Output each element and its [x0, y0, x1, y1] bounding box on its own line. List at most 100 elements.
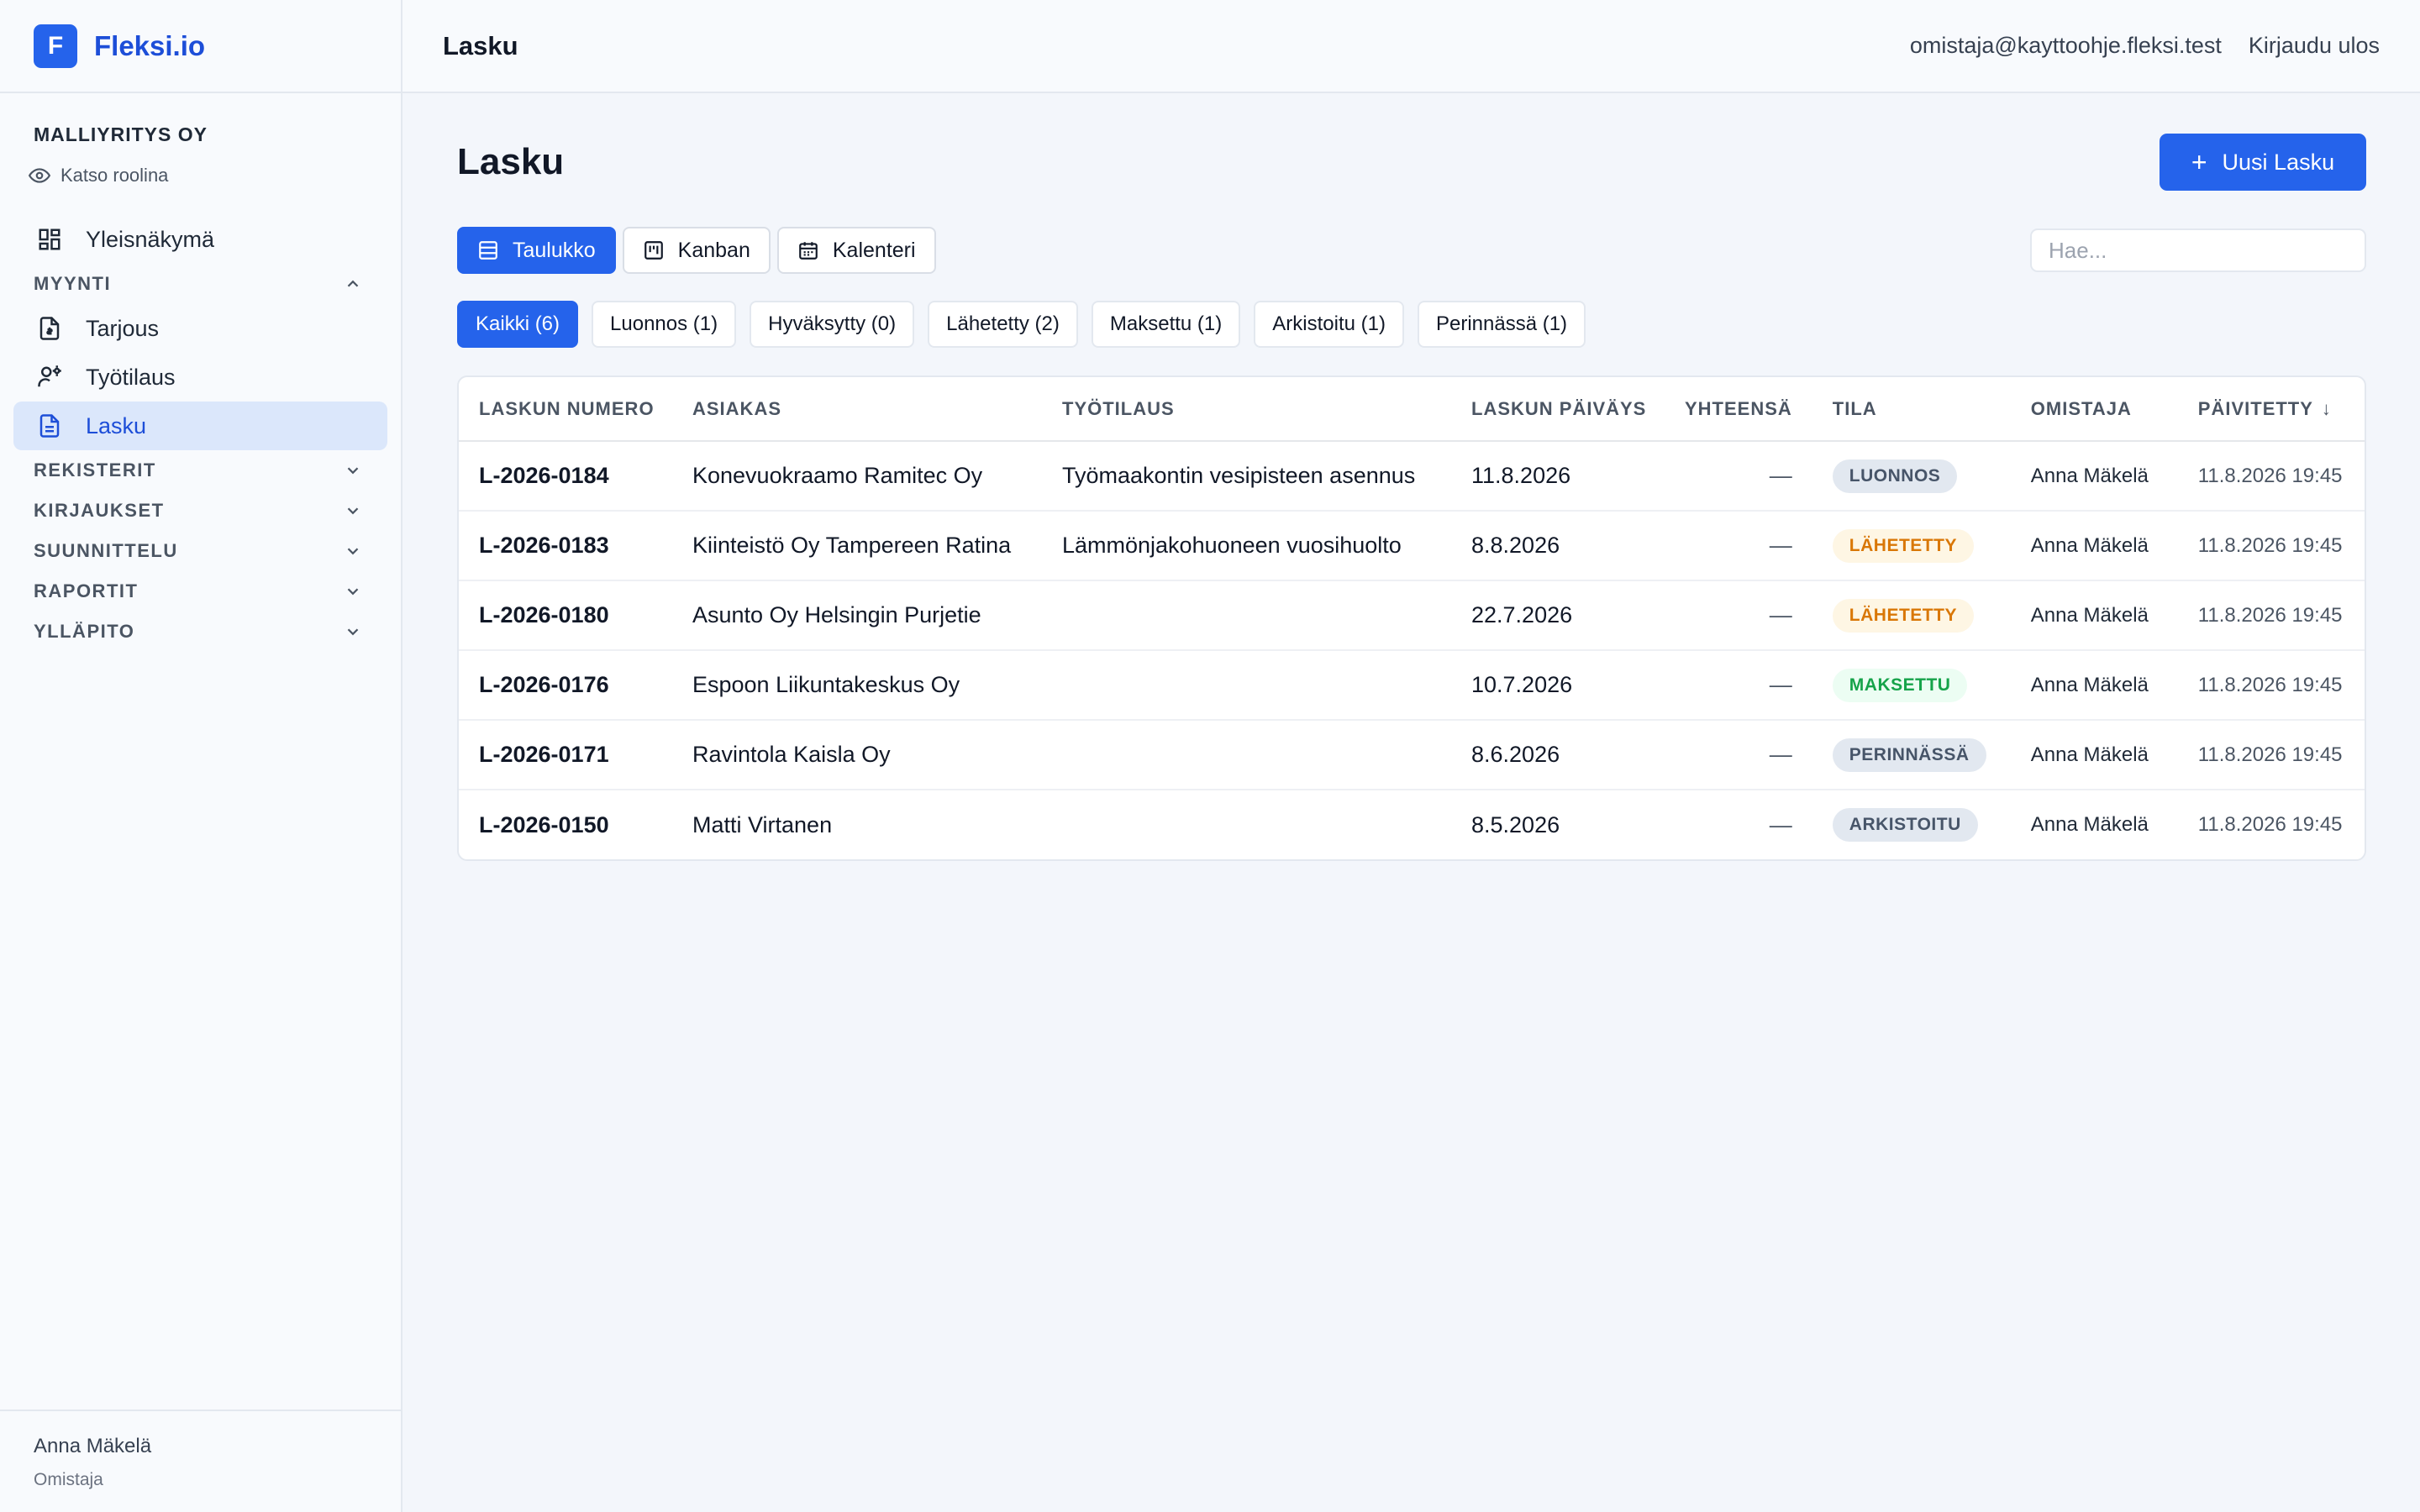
- new-invoice-label: Uusi Lasku: [2222, 149, 2335, 175]
- status-cell: LÄHETETTY: [1812, 511, 2011, 581]
- table-row[interactable]: L-2026-0183 Kiinteistö Oy Tampereen Ratin…: [459, 511, 2365, 581]
- customer-cell: Asunto Oy Helsingin Purjetie: [672, 580, 1042, 651]
- total-cell: —: [1665, 720, 1812, 790]
- filter-chip[interactable]: Hyväksytty (0): [750, 301, 915, 348]
- tab-table-view[interactable]: Taulukko: [457, 227, 616, 274]
- total-cell: —: [1665, 441, 1812, 512]
- search-input[interactable]: [2030, 228, 2366, 272]
- column-header-total[interactable]: YHTEENSÄ: [1665, 377, 1812, 442]
- column-header-updated[interactable]: PÄIVITETTY ↓: [2177, 377, 2365, 442]
- eye-icon: [29, 168, 50, 183]
- total-cell: —: [1665, 511, 1812, 581]
- brand-name: Fleksi.io: [94, 29, 206, 61]
- status-cell: ARKISTOITU: [1812, 790, 2011, 859]
- chevron-down-icon: [347, 588, 359, 596]
- sidebar-item-overview[interactable]: Yleisnäkymä: [13, 215, 387, 264]
- sidebar-item-tyotilaus[interactable]: Työtilaus: [13, 353, 387, 402]
- customer-cell: Espoon Liikuntakeskus Oy: [672, 650, 1042, 721]
- section-yllapito[interactable]: YLLÄPITO: [13, 612, 387, 652]
- view-tabs: Taulukko Kanban Kalenteri: [457, 227, 936, 274]
- table-row[interactable]: L-2026-0180 Asunto Oy Helsingin Purjetie 2…: [459, 580, 2365, 651]
- section-suunnittelu[interactable]: SUUNNITTELU: [13, 531, 387, 571]
- column-header-customer[interactable]: ASIAKAS: [672, 377, 1042, 442]
- table-row[interactable]: L-2026-0176 Espoon Liikuntakeskus Oy 10.7.…: [459, 650, 2365, 721]
- tab-kanban-view[interactable]: Kanban: [622, 227, 771, 274]
- kanban-icon: [644, 241, 663, 260]
- customer-cell: Matti Virtanen: [692, 811, 833, 837]
- filter-chip[interactable]: Kaikki (6): [457, 301, 579, 348]
- invoice-number-cell: L-2026-0184: [459, 441, 672, 512]
- invoice-date-cell: 10.7.2026: [1451, 650, 1665, 721]
- chevron-up-icon: [347, 280, 359, 287]
- work-order-cell: Työmaakontin vesipisteen asennus: [1042, 441, 1451, 512]
- work-order-cell: Lämmönjakohuoneen vuosihuolto: [1042, 511, 1451, 581]
- updated-cell: 11.8.2026 19:45: [2177, 720, 2365, 790]
- table-row[interactable]: L-2026-0150 Matti Virtanen 8.5.2026 — ARKIST…: [459, 790, 2365, 859]
- section-raportit[interactable]: RAPORTIT: [13, 571, 387, 612]
- dashboard-icon: [39, 228, 60, 250]
- status-badge: LÄHETETTY: [1832, 528, 1974, 563]
- topbar-title: Lasku: [443, 30, 518, 60]
- section-myynti[interactable]: MYYNTI: [13, 264, 387, 304]
- sidebar-item-tarjous[interactable]: Tarjous: [13, 304, 387, 353]
- sort-descending-icon: ↓: [2321, 397, 2332, 419]
- column-header-number[interactable]: LASKUN NUMERO: [459, 377, 672, 442]
- user-gear-icon: [38, 365, 61, 387]
- updated-cell: 11.8.2026 19:45: [2197, 813, 2343, 836]
- filter-chip[interactable]: Maksettu (1): [1091, 301, 1241, 348]
- status-filters: Kaikki (6) Luonnos (1) Hyväksytty (0) Lähet…: [457, 301, 2366, 348]
- page-header: Lasku + Uusi Lasku: [457, 134, 2366, 191]
- sidebar: F Fleksi.io MALLIYRITYS OY Katso roolina…: [0, 0, 402, 1512]
- filter-chip[interactable]: Lähetetty (2): [928, 301, 1078, 348]
- company-block: MALLIYRITYS OY Katso roolina: [0, 93, 401, 186]
- status-cell: LÄHETETTY: [1812, 580, 2011, 651]
- owner-cell: Anna Mäkelä: [2010, 720, 2178, 790]
- section-label: SUUNNITTELU: [34, 540, 178, 561]
- owner-cell: Anna Mäkelä: [2010, 441, 2178, 512]
- status-badge: ARKISTOITU: [1832, 808, 1978, 842]
- tab-calendar-view[interactable]: Kalenteri: [776, 227, 936, 274]
- invoice-date-cell: 8.6.2026: [1451, 720, 1665, 790]
- view-toolbar: Taulukko Kanban Kalenteri: [457, 226, 2366, 275]
- tab-label: Kanban: [677, 238, 750, 262]
- tab-label: Kalenteri: [832, 238, 916, 262]
- sidebar-item-label: Tarjous: [86, 315, 160, 341]
- table-row[interactable]: L-2026-0171 Ravintola Kaisla Oy 8.6.2026— P…: [459, 720, 2365, 790]
- user-name: Anna Mäkelä: [34, 1435, 152, 1457]
- column-header-owner[interactable]: OMISTAJA: [2010, 377, 2178, 442]
- customer-cell: Ravintola Kaisla Oy: [672, 720, 1042, 790]
- user-email: omistaja@kayttoohje.fleksi.test: [1909, 33, 2222, 58]
- new-invoice-button[interactable]: + Uusi Lasku: [2160, 134, 2366, 191]
- table-row[interactable]: L-2026-0184 Konevuokraamo Ramitec Oy Työma…: [459, 441, 2365, 512]
- column-header-work-order[interactable]: TYÖTILAUS: [1042, 377, 1451, 442]
- brand[interactable]: F Fleksi.io: [0, 0, 401, 93]
- work-order-cell: [1042, 650, 1451, 721]
- section-kirjaukset[interactable]: KIRJAUKSET: [13, 491, 387, 531]
- owner-cell: Anna Mäkelä: [2010, 650, 2178, 721]
- column-header-status[interactable]: TILA: [1812, 377, 2011, 442]
- sidebar-item-label: Lasku: [86, 412, 147, 438]
- invoice-table: LASKUN NUMERO ASIAKAS TYÖTILAUS LASKUN P…: [457, 375, 2366, 861]
- filter-chip[interactable]: Luonnos (1): [592, 301, 737, 348]
- sidebar-nav: Yleisnäkymä MYYNTI Tarjous Työtilaus Las…: [0, 215, 401, 652]
- table-header-row: LASKUN NUMERO ASIAKAS TYÖTILAUS LASKUN P…: [459, 377, 2365, 442]
- invoice-number-cell: L-2026-0180: [459, 580, 672, 651]
- updated-cell: 11.8.2026 19:45: [2177, 580, 2365, 651]
- main-content: Lasku + Uusi Lasku Taulukko Kanban Kalen…: [457, 93, 2366, 861]
- tab-label: Taulukko: [513, 238, 596, 262]
- invoice-date-cell: 11.8.2026: [1451, 441, 1665, 512]
- owner-cell: Anna Mäkelä: [2010, 580, 2178, 651]
- logout-link[interactable]: Kirjaudu ulos: [2249, 33, 2380, 59]
- column-header-date[interactable]: LASKUN PÄIVÄYS: [1451, 377, 1665, 442]
- view-as-role-button[interactable]: Katso roolina: [29, 165, 367, 186]
- filter-chip[interactable]: Perinnässä (1): [1417, 301, 1586, 348]
- invoice-number-cell: L-2026-0176: [459, 650, 672, 721]
- sidebar-item-lasku[interactable]: Lasku: [13, 402, 387, 450]
- customer-cell: Konevuokraamo Ramitec Oy: [672, 441, 1042, 512]
- work-order-cell: [1042, 720, 1451, 790]
- filter-chip[interactable]: Arkistoitu (1): [1254, 301, 1404, 348]
- updated-cell: 11.8.2026 19:45: [2177, 650, 2365, 721]
- chevron-down-icon: [347, 548, 359, 555]
- sidebar-item-label: Työtilaus: [86, 364, 176, 390]
- section-rekisterit[interactable]: REKISTERIT: [13, 450, 387, 491]
